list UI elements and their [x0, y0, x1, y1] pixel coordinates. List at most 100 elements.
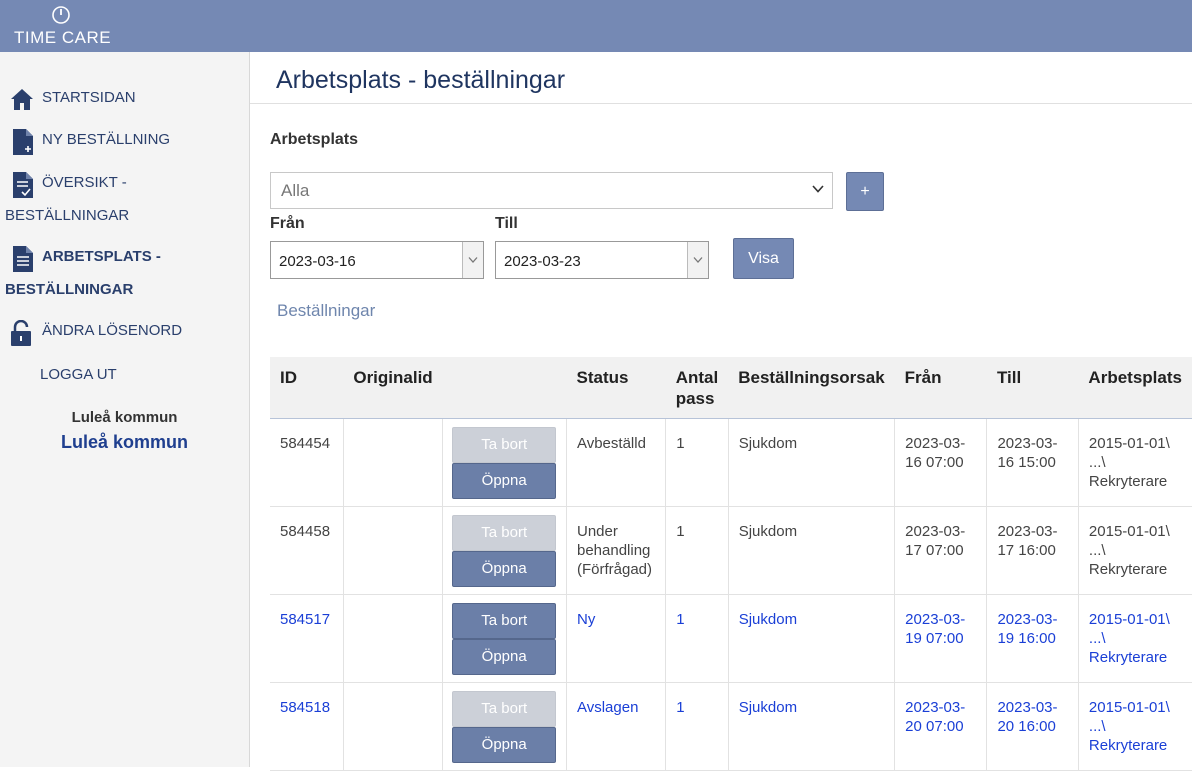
cell-actions: Ta bort Öppna	[442, 594, 567, 683]
organization-name-large: Luleå kommun	[60, 432, 189, 452]
open-button[interactable]: Öppna	[452, 638, 557, 675]
cell-reason[interactable]: Sjukdom	[728, 594, 896, 683]
cell-workplace[interactable]: 2015-01-01\ ...\ Rekryterare	[1078, 594, 1192, 683]
column-header-actions	[442, 357, 567, 419]
delete-button: Ta bort	[452, 690, 557, 727]
document-icon	[13, 246, 33, 272]
sidebar: STARTSIDAN NY BESTÄLLNING ÖVERSIKT - BES…	[0, 52, 250, 767]
show-button[interactable]: Visa	[733, 238, 794, 279]
sidebar-item-label: LOGGA UT	[40, 366, 117, 383]
time-care-logo[interactable]: TIME CARE	[14, 5, 112, 49]
cell-status: Avbeställd	[566, 418, 667, 507]
column-header-reason[interactable]: Beställningsorsak	[728, 357, 895, 419]
column-header-shift-count-line2: pass	[675, 389, 715, 408]
cell-to: 2023-03-16 15:00	[986, 418, 1079, 507]
workplace-select-value: Alla	[281, 181, 310, 200]
open-button[interactable]: Öppna	[452, 462, 557, 499]
page-title: Arbetsplats - beställningar	[276, 66, 566, 94]
cell-original-id	[343, 506, 444, 595]
cell-shift-count[interactable]: 1	[665, 682, 729, 771]
page-header: Arbetsplats - beställningar	[250, 52, 1192, 104]
table-header-row: ID Originalid Status Antal pass Beställni…	[270, 357, 1192, 419]
open-button[interactable]: Öppna	[452, 726, 557, 763]
to-label: Till	[495, 215, 518, 232]
column-header-status[interactable]: Status	[566, 357, 666, 419]
chevron-down-icon	[812, 185, 824, 193]
delete-button: Ta bort	[452, 426, 557, 463]
workplace-select[interactable]: Alla	[270, 172, 833, 209]
cell-actions: Ta bort Öppna	[442, 418, 567, 507]
sidebar-item-label: STARTSIDAN	[42, 89, 136, 106]
open-button[interactable]: Öppna	[452, 550, 557, 587]
to-date-picker[interactable]: 2023-03-23	[495, 241, 709, 279]
clock-logo-icon	[52, 6, 70, 24]
column-header-id[interactable]: ID	[270, 357, 344, 419]
table-row: 584454 Ta bort Öppna Avbeställd 1 Sjukdo…	[270, 418, 1192, 507]
add-workplace-button[interactable]: +	[846, 172, 884, 211]
from-date-value: 2023-03-16	[279, 253, 356, 270]
new-document-icon	[13, 129, 33, 155]
column-header-workplace[interactable]: Arbetsplats	[1078, 357, 1192, 419]
checked-document-icon	[13, 172, 33, 198]
cell-status[interactable]: Avslagen	[566, 682, 667, 771]
chevron-down-icon	[468, 257, 478, 263]
cell-id[interactable]: 584518	[270, 682, 344, 771]
delete-button[interactable]: Ta bort	[452, 602, 557, 639]
sidebar-item-label: NY BESTÄLLNING	[42, 131, 171, 148]
cell-to[interactable]: 2023-03-20 16:00	[986, 682, 1079, 771]
cell-shift-count[interactable]: 1	[665, 594, 729, 683]
chevron-down-icon	[693, 257, 703, 263]
cell-from: 2023-03-17 07:00	[894, 506, 988, 595]
column-header-shift-count[interactable]: Antal pass	[665, 357, 729, 419]
sidebar-item-label: BESTÄLLNINGAR	[5, 281, 134, 298]
sidebar-item-label: BESTÄLLNINGAR	[5, 207, 130, 224]
to-date-value: 2023-03-23	[504, 253, 581, 270]
table-row[interactable]: 584518 Ta bort Öppna Avslagen 1 Sjukdom …	[270, 682, 1192, 771]
column-header-to[interactable]: Till	[986, 357, 1079, 419]
lock-icon	[11, 320, 31, 346]
column-header-original-id[interactable]: Originalid	[343, 357, 443, 419]
cell-shift-count: 1	[665, 506, 729, 595]
cell-from[interactable]: 2023-03-20 07:00	[894, 682, 988, 771]
from-date-picker[interactable]: 2023-03-16	[270, 241, 484, 279]
cell-to: 2023-03-17 16:00	[986, 506, 1079, 595]
delete-button: Ta bort	[452, 514, 557, 551]
cell-workplace: 2015-01-01\ ...\ Rekryterare	[1078, 506, 1192, 595]
sidebar-item-label: ARBETSPLATS -	[42, 248, 161, 265]
orders-table: ID Originalid Status Antal pass Beställni…	[270, 357, 1192, 771]
cell-original-id	[343, 682, 444, 771]
workplace-label: Arbetsplats	[270, 131, 359, 148]
cell-id[interactable]: 584517	[270, 594, 344, 683]
cell-original-id	[343, 594, 444, 683]
sidebar-item-label: ÖVERSIKT -	[42, 174, 127, 191]
cell-original-id	[343, 418, 444, 507]
table-row: 584458 Ta bort Öppna Under behandling (F…	[270, 506, 1192, 595]
cell-workplace: 2015-01-01\ ...\ Rekryterare	[1078, 418, 1192, 507]
cell-status[interactable]: Ny	[566, 594, 667, 683]
logo-text: TIME CARE	[14, 28, 112, 47]
home-icon	[11, 89, 33, 110]
from-date-dropdown-button[interactable]	[462, 242, 483, 278]
column-header-from[interactable]: Från	[894, 357, 987, 419]
top-bar: TIME CARE	[0, 0, 1192, 52]
cell-reason[interactable]: Sjukdom	[728, 682, 896, 771]
cell-from[interactable]: 2023-03-19 07:00	[894, 594, 988, 683]
cell-workplace[interactable]: 2015-01-01\ ...\ Rekryterare	[1078, 682, 1192, 771]
organization-name: Luleå kommun	[71, 409, 178, 426]
cell-status: Under behandling (Förfrågad)	[566, 506, 667, 595]
cell-id: 584458	[270, 506, 344, 595]
cell-shift-count: 1	[665, 418, 729, 507]
table-row[interactable]: 584517 Ta bort Öppna Ny 1 Sjukdom 2023-0…	[270, 594, 1192, 683]
to-date-dropdown-button[interactable]	[687, 242, 708, 278]
orders-section-title[interactable]: Beställningar	[277, 301, 375, 321]
cell-reason: Sjukdom	[728, 506, 896, 595]
cell-actions: Ta bort Öppna	[442, 682, 567, 771]
sidebar-item-label: ÄNDRA LÖSENORD	[42, 322, 183, 339]
from-label: Från	[270, 215, 305, 232]
column-header-shift-count-line1: Antal	[675, 368, 719, 387]
main-content: Arbetsplats - beställningar Arbetsplats …	[250, 52, 1192, 771]
cell-reason: Sjukdom	[728, 418, 896, 507]
cell-from: 2023-03-16 07:00	[894, 418, 988, 507]
cell-to[interactable]: 2023-03-19 16:00	[986, 594, 1079, 683]
cell-actions: Ta bort Öppna	[442, 506, 567, 595]
